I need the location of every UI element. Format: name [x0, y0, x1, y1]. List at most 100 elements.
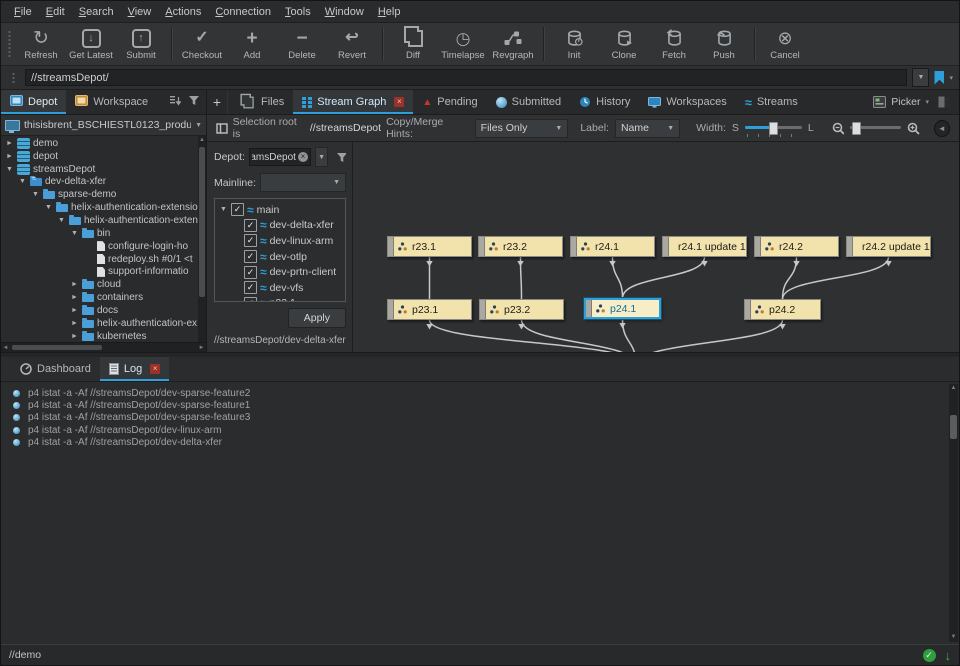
width-slider[interactable] [744, 120, 802, 137]
address-input[interactable] [25, 69, 908, 86]
expand-arrow-icon[interactable]: ► [70, 307, 79, 314]
depot-tree-item-streamsdepot[interactable]: ▼ streamsDepot [1, 163, 198, 176]
toolbar-delete-button[interactable]: − Delete [277, 24, 327, 64]
filter-funnel-icon[interactable] [336, 152, 346, 163]
depot-tree-item-redeploy-sh-0-1-t[interactable]: redeploy.sh #0/1 <t [1, 253, 198, 266]
zoom-out-icon[interactable] [832, 122, 845, 135]
scroll-down-icon[interactable]: ▼ [951, 633, 957, 642]
menu-view[interactable]: View [121, 4, 159, 20]
expand-arrow-icon[interactable]: ▼ [31, 191, 40, 198]
expand-arrow-icon[interactable]: ► [70, 320, 79, 327]
depot-tree-hscrollbar[interactable]: ◄ ► [1, 342, 206, 352]
depot-filter-input[interactable]: streamsDepot × [248, 148, 311, 166]
stream-item-dev-prtn-client[interactable]: ✓ ≈ dev-prtn-client [215, 264, 345, 280]
stream-item-dev-otlp[interactable]: ✓ ≈ dev-otlp [215, 249, 345, 265]
scrollbar-handle[interactable] [12, 345, 102, 350]
stream-item-dev-linux-arm[interactable]: ✓ ≈ dev-linux-arm [215, 233, 345, 249]
address-dropdown-button[interactable]: ▼ [912, 68, 930, 87]
toolbar-cancel-button[interactable]: ⊗ Cancel [760, 24, 810, 64]
collapse-panel-button[interactable]: ◄ [933, 119, 950, 137]
bookmark-icon[interactable] [934, 70, 945, 85]
expand-arrow-icon[interactable]: ▼ [18, 178, 27, 185]
menu-connection[interactable]: Connection [208, 4, 278, 20]
stream-item-dev-vfs[interactable]: ✓ ≈ dev-vfs [215, 280, 345, 296]
depot-tree-item-depot[interactable]: ► depot [1, 150, 198, 163]
label-select[interactable]: Name ▼ [614, 118, 681, 138]
tab-pending[interactable]: ▲ Pending [413, 90, 486, 114]
bookmark-caret-icon[interactable]: ▾ [949, 74, 953, 82]
tab-log[interactable]: Log × [99, 357, 170, 381]
depot-tree-item-containers[interactable]: ► containers [1, 291, 198, 304]
toolbar-diff-button[interactable]: Diff [388, 24, 438, 64]
menu-edit[interactable]: Edit [39, 4, 72, 20]
stream-node-r24-1[interactable]: r24.1 [570, 236, 655, 257]
stream-node-r23-1[interactable]: r23.1 [387, 236, 472, 257]
tab-submitted[interactable]: Submitted [487, 90, 571, 114]
add-tab-button[interactable]: + [207, 90, 228, 114]
stream-checkbox[interactable]: ✓ [231, 203, 244, 217]
tab-depot[interactable]: Depot [1, 90, 67, 114]
expand-arrow-icon[interactable]: ▼ [219, 206, 228, 213]
depot-tree-item-helix-authentication-ex[interactable]: ► helix-authentication-ex [1, 317, 198, 330]
stream-node-p23-1[interactable]: p23.1 [387, 299, 472, 320]
scroll-left-icon[interactable]: ◄ [1, 345, 10, 351]
depot-tree-item-dev-delta-xfer[interactable]: ▼dev-delta-xfer [1, 174, 198, 189]
stream-node-p24-2[interactable]: p24.2 [744, 299, 821, 320]
expand-arrow-icon[interactable]: ▼ [44, 204, 53, 211]
depot-tree-item-bin[interactable]: ▼ bin [1, 227, 198, 240]
depot-tree-item-demo[interactable]: ► demo [1, 137, 198, 150]
expand-arrow-icon[interactable]: ► [70, 333, 79, 340]
stream-checkbox[interactable]: ✓ [244, 234, 257, 248]
copy-merge-hints-select[interactable]: Files Only ▼ [474, 118, 569, 138]
panel-layout-icon[interactable] [938, 96, 951, 108]
tab-history[interactable]: History [570, 90, 639, 114]
depot-tree-item-helix-authentication-extension[interactable]: ▼ helix-authentication-extension [1, 201, 198, 214]
picker-icon[interactable] [873, 96, 887, 108]
log-vscrollbar[interactable]: ▲ ▼ [949, 384, 958, 642]
expand-arrow-icon[interactable]: ► [5, 140, 14, 147]
scroll-up-icon[interactable]: ▲ [199, 136, 205, 145]
close-tab-icon[interactable]: × [150, 364, 161, 374]
stream-graph-canvas[interactable]: r23.1 r23.2 r24.1 r24.1 update 1 r24.2 r24.2 … [353, 142, 959, 352]
chevron-down-icon[interactable]: ▾ [925, 98, 929, 106]
stream-checkbox[interactable]: ✓ [244, 218, 257, 232]
expand-arrow-icon[interactable]: ► [232, 300, 241, 301]
menu-actions[interactable]: Actions [158, 4, 208, 20]
expand-arrow-icon[interactable]: ► [70, 281, 79, 288]
stream-node-p24-1[interactable]: p24.1 [584, 298, 661, 319]
toolbar-revert-button[interactable]: ↩ Revert [327, 24, 377, 64]
tab-dashboard[interactable]: Dashboard [11, 357, 100, 381]
stream-checkbox[interactable]: ✓ [244, 296, 257, 301]
toolbar-submit-button[interactable]: ↑ Submit [116, 24, 166, 64]
tab-workspaces[interactable]: Workspaces [639, 90, 735, 114]
apply-button[interactable]: Apply [287, 308, 346, 328]
expand-arrow-icon[interactable]: ▼ [70, 230, 79, 237]
depot-tree-item-docs[interactable]: ► docs [1, 304, 198, 317]
toolbar-clone-button[interactable]: Clone [599, 24, 649, 64]
tab-files[interactable]: Files [228, 90, 293, 114]
stream-node-r24-2[interactable]: r24.2 [754, 236, 839, 257]
tab-stream-graph[interactable]: Stream Graph × [293, 90, 414, 114]
stream-node-r24-1u1[interactable]: r24.1 update 1 [662, 236, 747, 257]
filter-funnel-icon[interactable] [188, 93, 200, 111]
toolbar-init-button[interactable]: Init [549, 24, 599, 64]
sort-icon[interactable] [170, 93, 182, 111]
toolbar-refresh-button[interactable]: ↻ Refresh [16, 24, 66, 64]
toolbar-revgraph-button[interactable]: Revgraph [488, 24, 538, 64]
depot-tree-vscrollbar[interactable]: ▲ [198, 136, 206, 342]
stream-node-r24-2u1[interactable]: r24.2 update 1 [846, 236, 931, 257]
close-tab-icon[interactable]: × [394, 97, 405, 107]
depot-tree-item-cloud[interactable]: ► cloud [1, 278, 198, 291]
expand-arrow-icon[interactable]: ► [70, 294, 79, 301]
depot-tree-item-kubernetes[interactable]: ► kubernetes [1, 330, 198, 342]
scrollbar-handle[interactable] [199, 147, 205, 297]
menu-help[interactable]: Help [371, 4, 408, 20]
mainline-select[interactable]: ▼ [260, 173, 346, 192]
depot-tree-item-sparse-demo[interactable]: ▼ sparse-demo [1, 188, 198, 201]
depot-filter-dropdown[interactable]: ▼ [314, 147, 329, 167]
expand-arrow-icon[interactable]: ▼ [5, 166, 14, 173]
stream-checkbox[interactable]: ✓ [244, 281, 257, 295]
stream-node-p23-2[interactable]: p23.2 [479, 299, 564, 320]
toolbar-fetch-button[interactable]: Fetch [649, 24, 699, 64]
stream-item-p23-1[interactable]: ►✓≈p23.1 [215, 296, 345, 301]
